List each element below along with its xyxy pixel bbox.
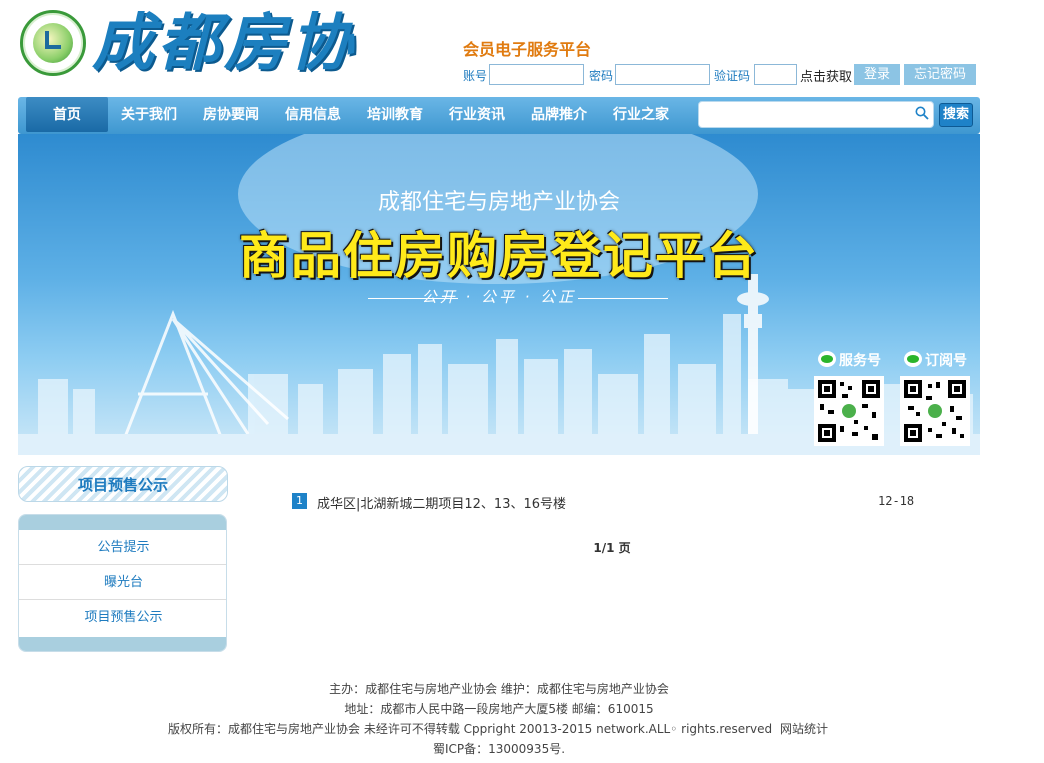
qr-subscribe-text: 订阅号 [925, 353, 967, 369]
qr-subscribe-label: 订阅号 [904, 350, 967, 370]
banner-slogan: 公开 · 公平 · 公正 [421, 288, 577, 306]
wechat-icon [904, 351, 922, 367]
logo-emblem-icon [20, 10, 86, 76]
hero-banner[interactable]: 成都住宅与房地产业协会 商品住房购房登记平台 公开 · 公平 · 公正 服务号 … [18, 134, 980, 455]
logo-house-mark [45, 31, 61, 49]
qr-service-text: 服务号 [839, 353, 881, 369]
nav-item-industry-info[interactable]: 行业资讯 [442, 97, 512, 134]
banner-title: 商品住房购房登记平台 [239, 227, 759, 285]
sidebar-menu-bottom-band [19, 637, 226, 651]
nav-item-about[interactable]: 关于我们 [114, 97, 184, 134]
list-item-date: 12-18 [878, 494, 915, 508]
forgot-password-button[interactable]: 忘记密码 [904, 64, 976, 85]
footer-address: 地址：成都市人民中路一段房地产大厦5楼 邮编：610015 [344, 702, 654, 716]
search-input[interactable] [698, 101, 934, 128]
wechat-icon [818, 351, 836, 367]
nav-item-credit[interactable]: 信用信息 [278, 97, 348, 134]
footer-stats-link[interactable]: 网站统计 [780, 720, 828, 737]
main-nav-bar: 首页 关于我们 房协要闻 信用信息 培训教育 行业资讯 品牌推介 行业之家 搜索 [18, 97, 980, 134]
slogan-divider-right [578, 298, 668, 299]
login-button[interactable]: 登录 [854, 64, 900, 85]
nav-item-home[interactable]: 首页 [26, 97, 108, 134]
nav-item-training[interactable]: 培训教育 [360, 97, 430, 134]
site-logo-text[interactable]: 成都房协 [92, 4, 356, 82]
sidebar-menu-top-band [19, 515, 226, 530]
qr-code-service-icon [814, 376, 884, 446]
password-input[interactable] [615, 64, 710, 85]
footer-copyright: 版权所有：成都住宅与房地产业协会 未经许可不得转载 Cppright 20013… [168, 722, 773, 736]
member-platform-title: 会员电子服务平台 [463, 40, 592, 59]
nav-item-brand[interactable]: 品牌推介 [524, 97, 594, 134]
nav-item-industry-home[interactable]: 行业之家 [606, 97, 676, 134]
sidebar-menu: 公告提示 曝光台 项目预售公示 [18, 514, 227, 652]
list-item-index: 1 [292, 493, 307, 509]
account-label: 账号 [463, 69, 488, 83]
footer-sponsor: 主办：成都住宅与房地产业协会 维护：成都住宅与房地产业协会 [329, 682, 669, 696]
sidebar-item-presale[interactable]: 项目预售公示 [19, 601, 226, 635]
password-label: 密码 [589, 69, 614, 83]
sidebar-item-exposure[interactable]: 曝光台 [19, 566, 226, 600]
search-button[interactable]: 搜索 [939, 103, 973, 127]
footer-icp[interactable]: 蜀ICP备：13000935号. [0, 740, 998, 757]
nav-item-news[interactable]: 房协要闻 [196, 97, 266, 134]
banner-subtitle: 成都住宅与房地产业协会 [377, 190, 620, 215]
qr-service-label: 服务号 [818, 350, 881, 370]
qr-code-subscribe-icon [900, 376, 970, 446]
captcha-label: 验证码 [714, 69, 751, 83]
captcha-input[interactable] [754, 64, 797, 85]
account-input[interactable] [489, 64, 584, 85]
search-icon[interactable] [915, 106, 929, 120]
sidebar-title: 项目预售公示 [18, 466, 228, 502]
get-captcha-link[interactable]: 点击获取 [800, 66, 852, 85]
list-item-link[interactable]: 成华区|北湖新城二期项目12、13、16号楼 [317, 493, 566, 512]
pagination-text: 1/1 页 [593, 541, 631, 555]
